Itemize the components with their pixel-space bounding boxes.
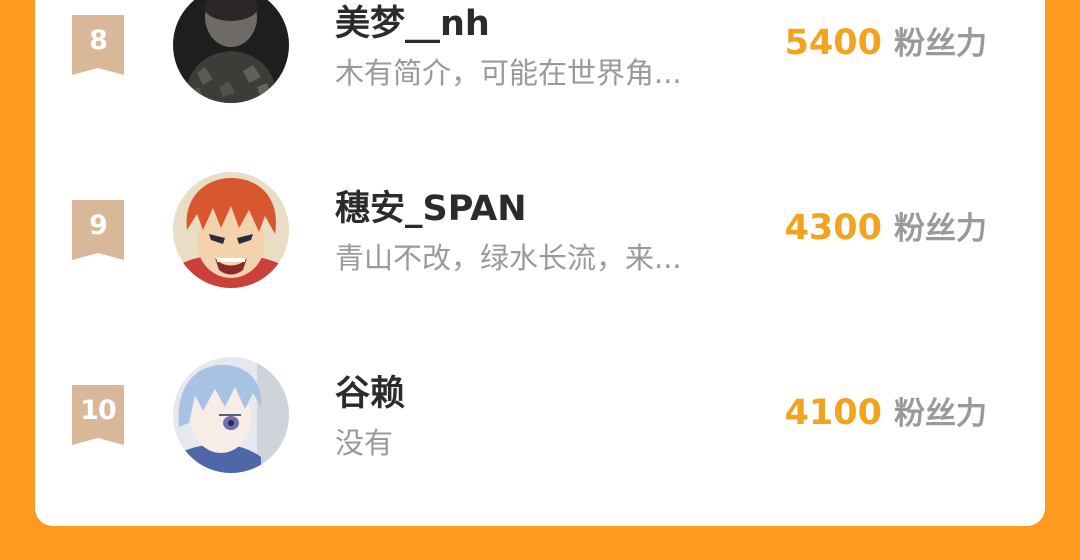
- user-name: 美梦__nh: [335, 4, 490, 44]
- fans-count: 5400: [784, 23, 882, 63]
- fans-count: 4300: [784, 208, 882, 248]
- ranking-card: 8 美梦__nh 木有简介，可能在世界角... 5400 粉丝力 9 穗安_SP…: [35, 0, 1045, 526]
- avatar[interactable]: [173, 357, 289, 473]
- fans-power: 4300 粉丝力: [785, 203, 987, 248]
- avatar-blue-hair-anime-icon: [173, 357, 289, 473]
- rank-number: 10: [80, 395, 117, 426]
- rank-badge: 8: [72, 15, 124, 75]
- avatar[interactable]: [173, 172, 289, 288]
- user-bio: 没有: [335, 426, 394, 460]
- user-bio: 木有简介，可能在世界角...: [335, 56, 682, 90]
- rank-number: 8: [89, 25, 108, 56]
- ranking-row[interactable]: 9 穗安_SPAN 青山不改，绿水长流，来... 4300 粉丝力: [35, 155, 1045, 305]
- rank-badge: 9: [72, 200, 124, 260]
- fans-label: 粉丝力: [894, 211, 987, 247]
- avatar-dark-jacket-person-icon: [173, 0, 289, 103]
- rank-badge: 10: [72, 385, 124, 445]
- fans-count: 4100: [784, 393, 882, 433]
- user-name: 谷赖: [335, 374, 406, 414]
- user-bio: 青山不改，绿水长流，来...: [335, 241, 682, 275]
- rank-number: 9: [89, 210, 108, 241]
- ranking-row[interactable]: 8 美梦__nh 木有简介，可能在世界角... 5400 粉丝力: [35, 0, 1045, 120]
- fans-label: 粉丝力: [894, 396, 987, 432]
- fans-label: 粉丝力: [894, 26, 987, 62]
- avatar-red-hair-anime-icon: [173, 172, 289, 288]
- avatar[interactable]: [173, 0, 289, 103]
- ranking-row[interactable]: 10 谷赖 没有 4100 粉丝力: [35, 340, 1045, 490]
- user-name: 穗安_SPAN: [335, 189, 527, 229]
- fans-power: 4100 粉丝力: [785, 388, 987, 433]
- fans-power: 5400 粉丝力: [785, 18, 987, 63]
